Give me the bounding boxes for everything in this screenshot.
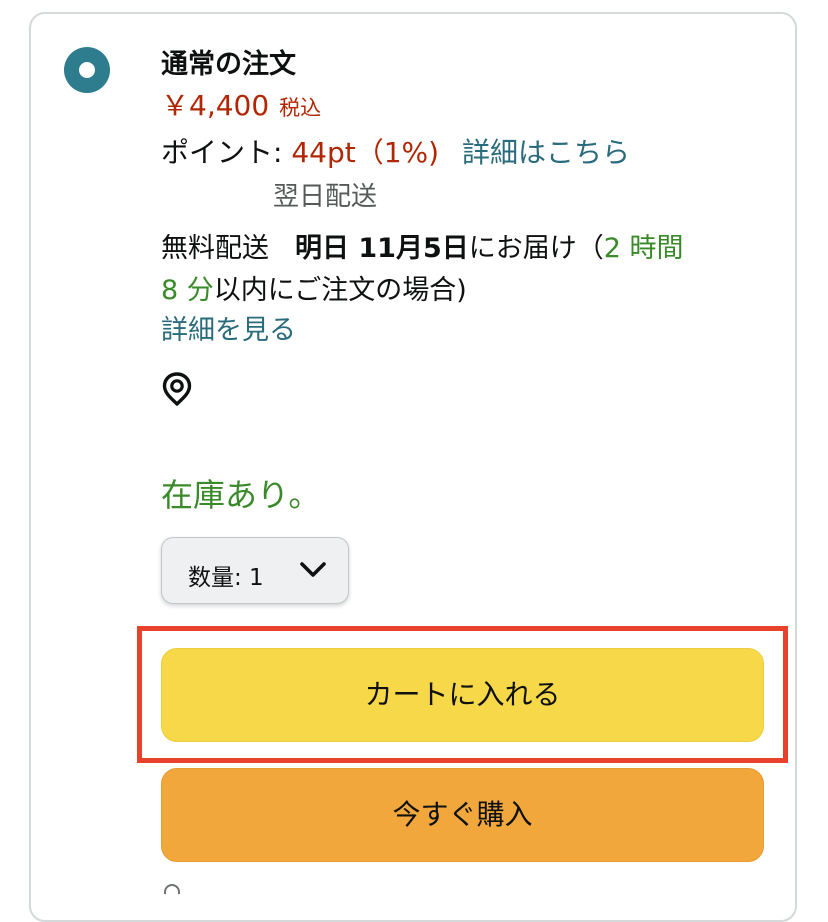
delivery-details-link[interactable]: 詳細を見る: [161, 308, 296, 347]
tax-label: 税込: [279, 96, 322, 120]
points-row: ポイント: 44pt（1%) 詳細はこちら: [161, 131, 630, 171]
radio-selected-dot: [79, 62, 95, 78]
buy-now-button[interactable]: 今すぐ購入: [161, 768, 764, 862]
add-to-cart-button[interactable]: カートに入れる: [161, 648, 764, 742]
free-delivery-label: 無料配送: [161, 233, 269, 264]
quantity-dropdown[interactable]: 数量: 1: [161, 537, 349, 604]
price: ￥4,400 税込: [161, 84, 321, 124]
delivery-countdown-minutes: 8 分: [161, 275, 214, 306]
chevron-down-icon: [300, 562, 326, 577]
delivery-deliver-text: にお届け（: [468, 233, 604, 264]
next-day-delivery-label: 翌日配送: [273, 182, 378, 212]
offer-radio-button[interactable]: [64, 47, 110, 93]
points-value: 44pt（1%): [291, 136, 440, 169]
delivery-order-text: 以内にご注文の場合): [213, 275, 467, 306]
location-pin-icon[interactable]: [162, 372, 192, 406]
offer-title: 通常の注文: [161, 49, 296, 80]
delivery-line-2: 8 分以内にご注文の場合): [161, 268, 467, 307]
points-details-link[interactable]: 詳細はこちら: [462, 136, 630, 169]
delivery-line-1: 無料配送 明日 11月5日にお届け（2 時間: [161, 226, 684, 265]
quantity-label: 数量: 1: [188, 565, 264, 591]
stock-status: 在庫あり。: [161, 476, 321, 514]
points-label: ポイント:: [161, 136, 283, 169]
delivery-countdown-hours: 2 時間: [603, 233, 684, 264]
delivery-date: 明日 11月5日: [295, 233, 469, 264]
price-value: ￥4,400: [161, 89, 270, 122]
